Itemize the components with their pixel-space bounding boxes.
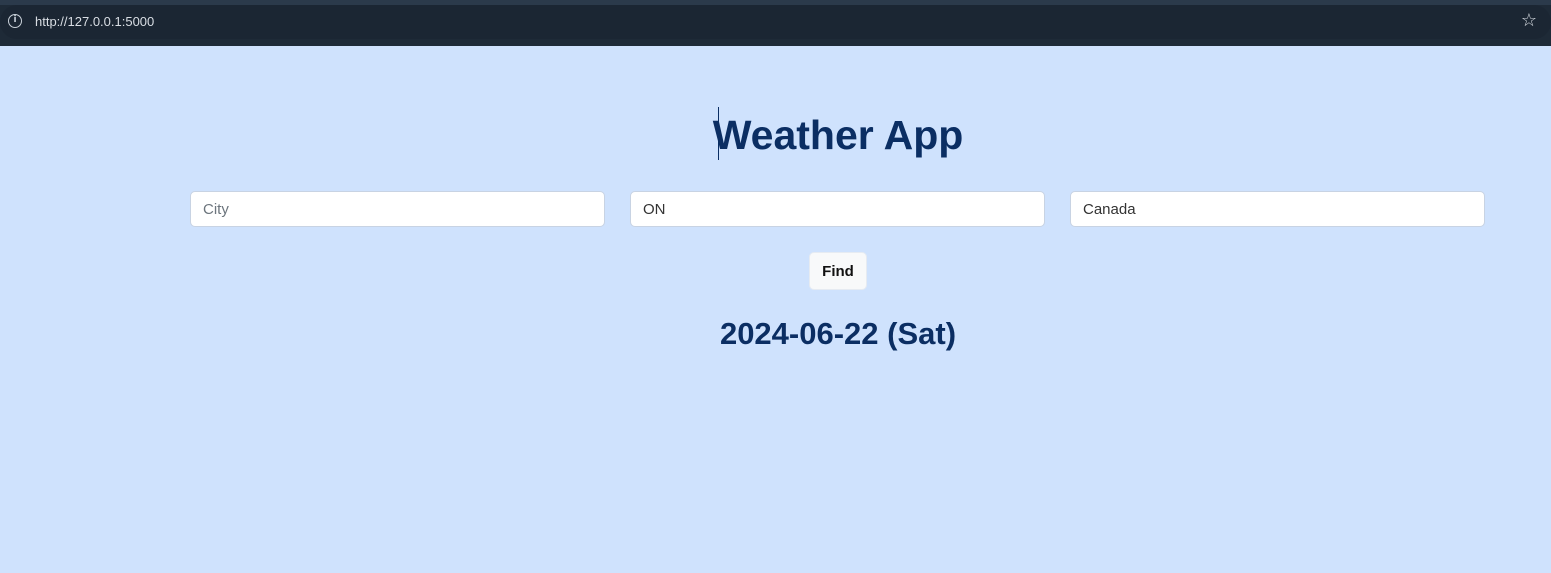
find-button[interactable]: Find xyxy=(809,252,867,290)
state-input[interactable] xyxy=(630,191,1045,227)
city-input[interactable] xyxy=(190,191,605,227)
address-bar[interactable]: i http://127.0.0.1:5000 ☆ xyxy=(0,5,1551,39)
page-content: Weather App Find 2024-06-22 (Sat) xyxy=(0,46,1551,573)
page-title: Weather App xyxy=(712,112,964,158)
info-icon[interactable]: i xyxy=(8,14,22,28)
country-input[interactable] xyxy=(1070,191,1485,227)
browser-toolbar: i http://127.0.0.1:5000 ☆ xyxy=(0,0,1551,46)
star-icon[interactable]: ☆ xyxy=(1521,10,1537,31)
date-heading: 2024-06-22 (Sat) xyxy=(719,316,957,351)
url-text[interactable]: http://127.0.0.1:5000 xyxy=(35,14,154,29)
